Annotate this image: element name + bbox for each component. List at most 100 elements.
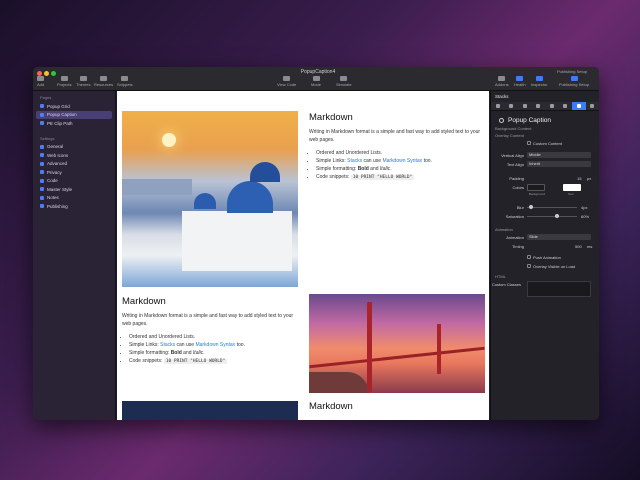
- code-icon: [40, 178, 44, 183]
- section-heading: Markdown: [309, 401, 353, 412]
- gear-icon: [576, 104, 581, 108]
- list-item: Code snippets: 10 PRINT "HELLO WORLD": [316, 173, 485, 182]
- markdown-block-1[interactable]: Markdown Writing in Markdown format is a…: [309, 112, 485, 182]
- publish-icon: [40, 204, 44, 209]
- feature-list: Ordered and Unordered Lists. Simple Link…: [122, 333, 302, 366]
- sidebar-item-popup-grid[interactable]: Popup Grid: [33, 102, 115, 111]
- custom-classes-input[interactable]: [527, 281, 591, 297]
- mode-icon: [312, 76, 320, 81]
- publishing-setup-top[interactable]: Publishing Setup: [557, 69, 587, 74]
- text-color-swatch[interactable]: [563, 184, 581, 191]
- sidebar-item-general[interactable]: General: [33, 143, 115, 152]
- stacks-link[interactable]: Stacks: [347, 158, 362, 164]
- zoom-window-button[interactable]: [51, 71, 56, 76]
- window-title: PopupCaption4: [300, 69, 336, 75]
- health-button[interactable]: Health: [514, 76, 526, 87]
- list-item: Simple formatting: Bold and Italic.: [129, 349, 302, 357]
- markdown-block-3[interactable]: Markdown: [309, 401, 485, 418]
- publishing-setup-button[interactable]: Publishing Setup: [559, 76, 589, 87]
- plus-icon: [37, 76, 45, 81]
- section-paragraph: Writing in Markdown format is a simple a…: [122, 313, 294, 327]
- list-item: Simple formatting: Bold and Italic.: [316, 165, 485, 173]
- blur-slider[interactable]: [527, 205, 577, 209]
- projects-icon: [60, 76, 68, 81]
- titlebar: PopupCaption4 Add Projects Themes Resour…: [33, 67, 599, 91]
- sidebar-item-popup-caption[interactable]: Popup Caption: [36, 110, 112, 119]
- feature-list: Ordered and Unordered Lists. Simple Link…: [309, 149, 485, 182]
- add-button[interactable]: Add: [37, 76, 44, 87]
- gear-icon: [40, 144, 44, 149]
- sidebar-item-publishing[interactable]: Publishing: [33, 202, 115, 211]
- tab-settings[interactable]: [572, 102, 586, 110]
- sidebar-item-master-style[interactable]: Master Style: [33, 185, 115, 194]
- pages-section-label: Pages: [40, 95, 52, 100]
- code-snippet: 10 PRINT "HELLO WORLD": [350, 175, 415, 180]
- sidebar: Pages Popup Grid Popup Caption PE Clip P…: [33, 91, 116, 420]
- animation-section[interactable]: Animation: [491, 226, 599, 233]
- tab-info[interactable]: [586, 102, 600, 110]
- santorini-image[interactable]: [122, 111, 298, 287]
- markdown-block-2[interactable]: Markdown Writing in Markdown format is a…: [122, 296, 302, 366]
- overlay-content-section[interactable]: Overlay Content: [491, 132, 599, 139]
- code-snippet: 10 PRINT "HELLO WORLD": [163, 359, 228, 364]
- sidebar-item-web-icons[interactable]: Web Icons: [33, 151, 115, 160]
- sidebar-item-code[interactable]: Code: [33, 177, 115, 186]
- background-color-swatch[interactable]: [527, 184, 545, 191]
- padding-value[interactable]: 15: [577, 176, 581, 181]
- vertical-align-select[interactable]: Middle: [527, 152, 591, 158]
- style-icon: [40, 187, 44, 192]
- mode-button[interactable]: Mode: [311, 76, 321, 87]
- sidebar-item-advanced[interactable]: Advanced: [33, 160, 115, 169]
- info-icon: [590, 104, 595, 108]
- sidebar-item-notes[interactable]: Notes: [33, 194, 115, 203]
- page-icon: [40, 104, 44, 109]
- web-icons-icon: [40, 153, 44, 158]
- page-icon: [495, 104, 500, 108]
- minimize-window-button[interactable]: [44, 71, 49, 76]
- timing-value[interactable]: 500: [575, 244, 582, 249]
- section-heading: Markdown: [122, 296, 166, 307]
- background-content-section[interactable]: Background Content: [491, 125, 599, 132]
- custom-content-checkbox[interactable]: [527, 141, 531, 145]
- navy-image[interactable]: [122, 401, 298, 420]
- page-canvas[interactable]: Markdown Writing in Markdown format is a…: [117, 91, 489, 420]
- tab-layout[interactable]: [505, 102, 519, 110]
- overlay-visible-checkbox[interactable]: [527, 264, 531, 268]
- markdown-syntax-link[interactable]: Markdown Syntax: [195, 342, 235, 348]
- addons-button[interactable]: Addons: [495, 76, 509, 87]
- stack-icon: [563, 104, 568, 108]
- text-align-select[interactable]: Inherit: [527, 161, 591, 167]
- inspector-button[interactable]: Inspector: [531, 76, 547, 87]
- inspector-tabs: [491, 102, 599, 111]
- list-item: Code snippets: 10 PRINT "HELLO WORLD": [129, 357, 302, 366]
- saturation-slider[interactable]: [527, 214, 577, 218]
- tab-stack[interactable]: [559, 102, 573, 110]
- inspector-icon: [535, 76, 543, 81]
- resources-button[interactable]: Resources: [94, 76, 113, 87]
- tab-color[interactable]: [545, 102, 559, 110]
- snippets-icon: [121, 76, 129, 81]
- settings-section-label: Settings: [40, 135, 55, 141]
- push-animation-checkbox[interactable]: [527, 255, 531, 259]
- themes-button[interactable]: Themes: [76, 76, 90, 87]
- markdown-syntax-link[interactable]: Markdown Syntax: [382, 158, 422, 164]
- resources-icon: [100, 76, 108, 81]
- html-section[interactable]: HTML: [491, 273, 599, 280]
- advanced-icon: [40, 161, 44, 166]
- golden-gate-image[interactable]: [309, 294, 485, 393]
- sidebar-item-privacy[interactable]: Privacy: [33, 168, 115, 177]
- animation-select[interactable]: Slide: [527, 234, 591, 240]
- app-window: PopupCaption4 Add Projects Themes Resour…: [33, 67, 599, 420]
- section-paragraph: Writing in Markdown format is a simple a…: [309, 129, 481, 143]
- snippets-button[interactable]: Snippets: [117, 76, 133, 87]
- addons-icon: [498, 76, 506, 81]
- projects-button[interactable]: Projects: [57, 76, 71, 87]
- sidebar-item-pe-clip-path[interactable]: PE Clip Path: [33, 119, 115, 128]
- simulate-button[interactable]: Simulate: [336, 76, 352, 87]
- tab-page[interactable]: [491, 102, 505, 110]
- tab-link[interactable]: [532, 102, 546, 110]
- inspector-header: Stacks: [495, 94, 509, 99]
- stacks-link[interactable]: Stacks: [160, 342, 175, 348]
- tab-image[interactable]: [518, 102, 532, 110]
- view-code-button[interactable]: View Code: [277, 76, 296, 87]
